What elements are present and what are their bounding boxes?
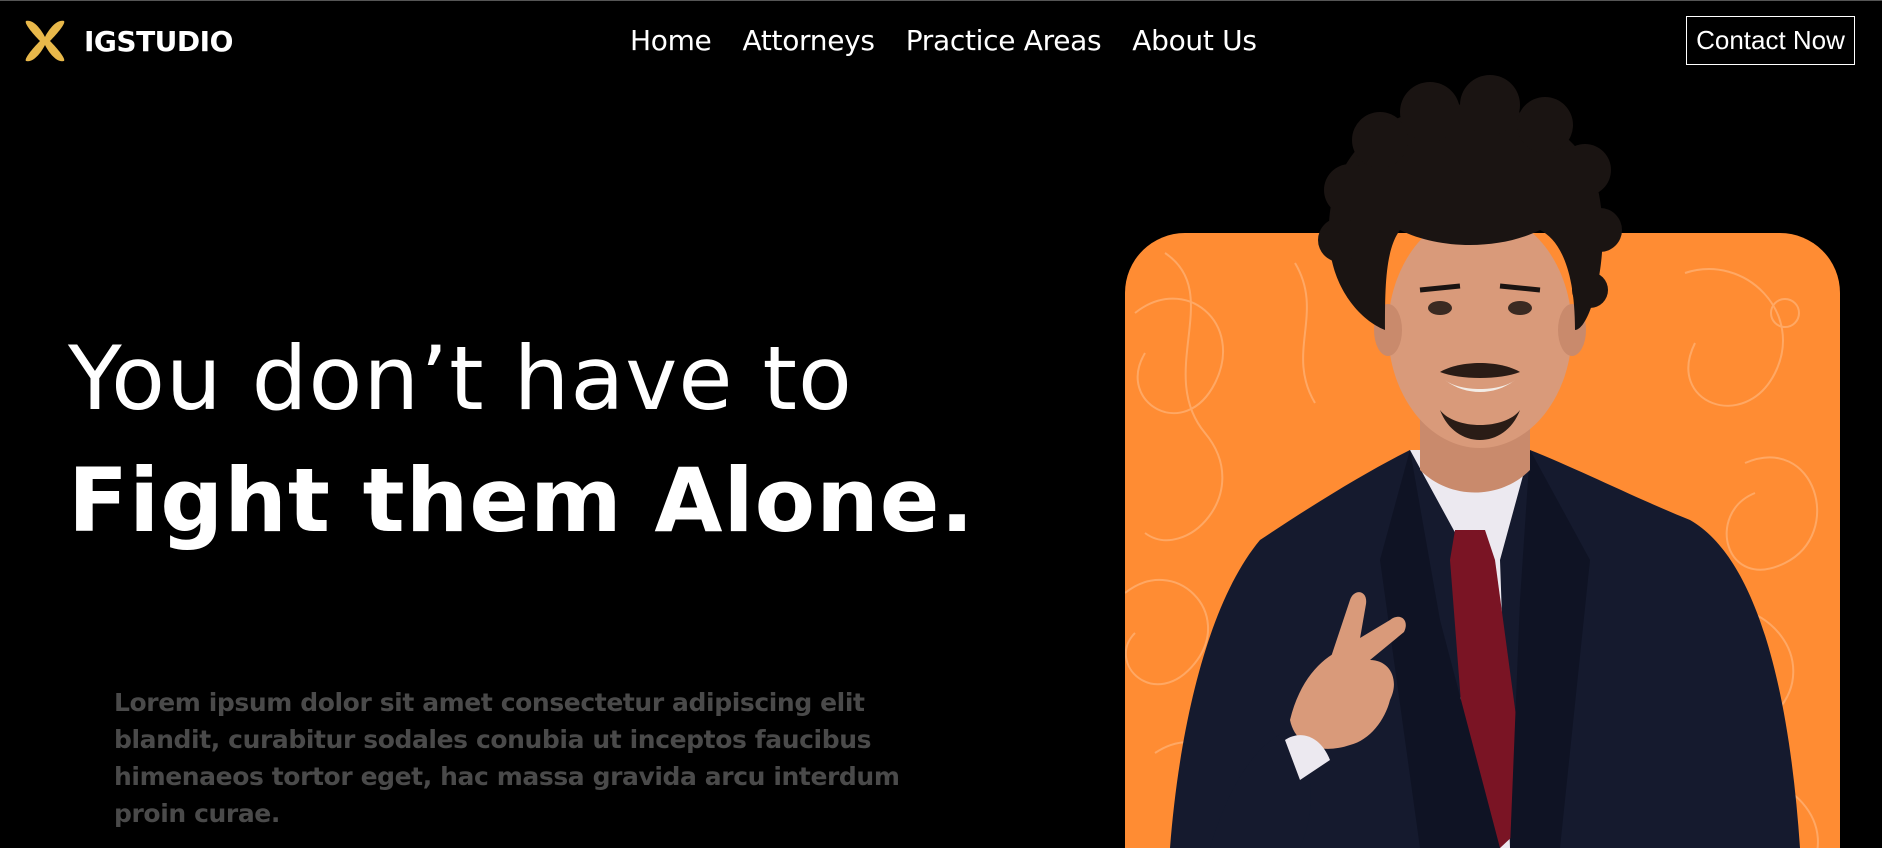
hero-lead-text: Lorem ipsum dolor sit amet consectetur a… — [114, 688, 900, 828]
contact-now-button[interactable]: Contact Now — [1686, 16, 1855, 65]
nav-item-attorneys[interactable]: Attorneys — [743, 24, 876, 57]
brand-logo[interactable]: IGSTUDIO — [20, 17, 233, 65]
nav-item-about-us[interactable]: About Us — [1132, 24, 1257, 57]
card-pattern — [1125, 252, 1819, 848]
nav-item-home[interactable]: Home — [630, 24, 712, 57]
main-nav: Home Attorneys Practice Areas About Us — [630, 24, 1257, 57]
headline-line-2: Fight them Alone. — [68, 449, 975, 552]
nav-item-practice-areas[interactable]: Practice Areas — [906, 24, 1102, 57]
x-mark-icon — [20, 17, 70, 65]
headline-line-1: You don’t have to — [68, 327, 853, 430]
hero-image-card — [1125, 233, 1840, 848]
top-border — [0, 0, 1882, 1]
hero-headline: You don’t have to Fight them Alone. — [68, 318, 975, 562]
brand-name: IGSTUDIO — [84, 24, 233, 58]
